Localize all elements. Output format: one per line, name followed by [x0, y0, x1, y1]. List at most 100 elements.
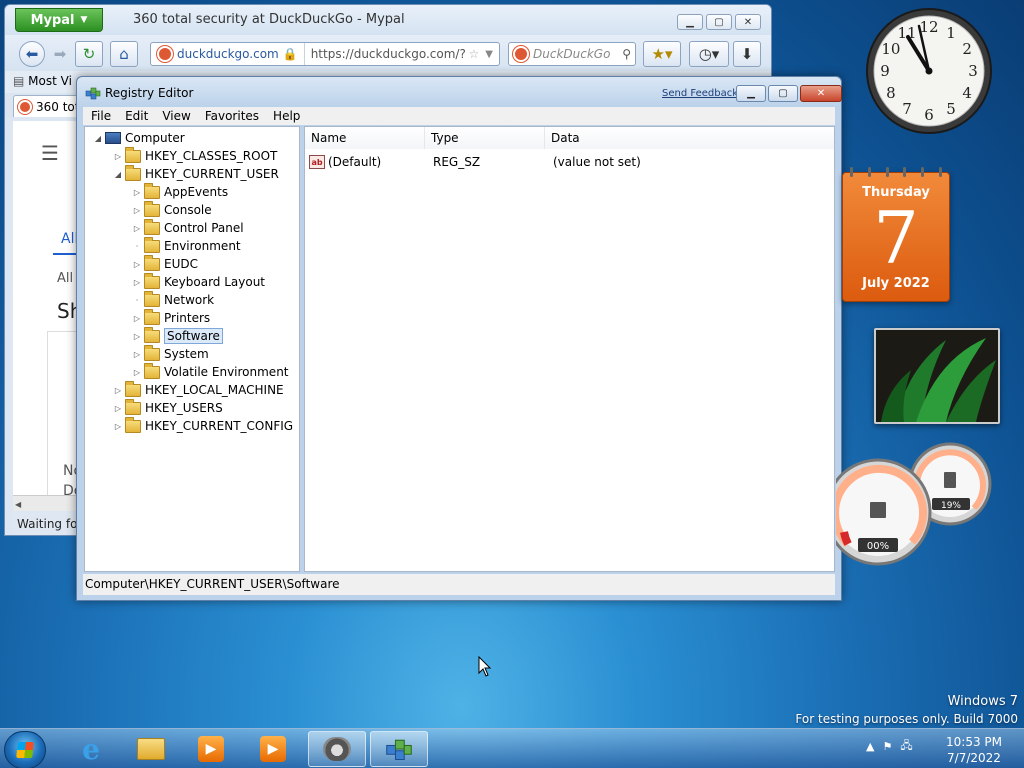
calendar-gadget[interactable]: Thursday 7 July 2022	[842, 167, 950, 302]
regedit-minimize-button[interactable]: ▁	[736, 85, 766, 102]
collapse-arrow-icon[interactable]: ◢	[93, 134, 103, 143]
hamburger-menu-icon[interactable]: ☰	[41, 141, 59, 165]
mouse-cursor-icon	[478, 656, 492, 677]
scroll-left-icon[interactable]: ◀	[13, 500, 21, 509]
taskbar-media-player[interactable]: ▶	[182, 731, 240, 767]
tree-node-volatile-environment[interactable]: ▷ Volatile Environment	[132, 362, 289, 381]
tree-line-icon: ·	[135, 241, 139, 251]
minimize-button[interactable]: ▁	[677, 14, 703, 30]
menu-file[interactable]: File	[91, 109, 111, 123]
cpu-icon	[870, 502, 886, 518]
tree-node-computer[interactable]: ◢ Computer	[93, 129, 185, 147]
browser-titlebar[interactable]: Mypal ▼ 360 total security at DuckDuckGo…	[5, 5, 771, 35]
menu-edit[interactable]: Edit	[125, 109, 148, 123]
bookmark-most-visited[interactable]: Most Vi	[28, 74, 72, 88]
expand-arrow-icon[interactable]: ▷	[113, 386, 123, 395]
tree-node-hkcr[interactable]: ▷ HKEY_CLASSES_ROOT	[113, 146, 277, 165]
start-button[interactable]	[4, 731, 46, 768]
clock-number: 3	[968, 62, 978, 80]
expand-arrow-icon[interactable]: ▷	[113, 422, 123, 431]
expand-arrow-icon[interactable]: ▷	[132, 314, 142, 323]
tree-node-hkcu[interactable]: ◢ HKEY_CURRENT_USER	[113, 164, 279, 183]
site-identity[interactable]: duckduckgo.com 🔒	[151, 43, 305, 65]
cpu-meter-gadget[interactable]: 19% 00%	[836, 440, 996, 570]
maximize-button[interactable]: ▢	[706, 14, 732, 30]
tree-node-hklm[interactable]: ▷ HKEY_LOCAL_MACHINE	[113, 380, 284, 399]
regedit-close-button[interactable]: ✕	[800, 85, 842, 102]
tree-node-software[interactable]: ▷ Software	[132, 326, 223, 345]
calendar-day: 7	[873, 196, 919, 280]
tree-node-hku[interactable]: ▷ HKEY_USERS	[113, 398, 223, 417]
expand-arrow-icon[interactable]: ▷	[113, 152, 123, 161]
search-bar[interactable]: DuckDuckGo ⚲	[508, 42, 636, 66]
tree-node-console[interactable]: ▷ Console	[132, 200, 212, 219]
send-feedback-link[interactable]: Send Feedback	[662, 88, 738, 99]
back-arrow-icon: ⬅	[25, 45, 39, 63]
clock-gadget[interactable]: 12 12 3 45678 9 1011	[864, 6, 994, 136]
tree-node-label: HKEY_CURRENT_USER	[145, 167, 279, 181]
tree-node-system[interactable]: ▷ System	[132, 344, 209, 363]
tree-node-eudc[interactable]: ▷ EUDC	[132, 254, 198, 273]
show-hidden-icons-icon[interactable]: ▲	[866, 740, 874, 753]
tree-node-environment[interactable]: · Environment	[132, 236, 241, 255]
column-header-data[interactable]: Data	[545, 127, 834, 149]
tree-node-label: Network	[164, 293, 215, 307]
regedit-maximize-button[interactable]: ▢	[768, 85, 798, 102]
tree-node-label: AppEvents	[164, 185, 229, 199]
bookmarks-button[interactable]: ★▾	[643, 41, 681, 67]
slideshow-gadget[interactable]	[874, 328, 1000, 424]
windows-watermark-title: Windows 7	[947, 694, 1018, 709]
taskbar-regedit[interactable]	[370, 731, 428, 767]
taskbar-ie[interactable]: e	[62, 731, 120, 767]
forward-button[interactable]: ➡	[47, 41, 73, 67]
registry-tree[interactable]: ◢ Computer ▷ HKEY_CLASSES_ROOT ◢ HKEY_CU…	[84, 126, 300, 572]
column-header-name[interactable]: Name	[305, 127, 425, 149]
url-dropdown-icon[interactable]: ▼	[483, 49, 499, 60]
downloads-button[interactable]: ⬇	[733, 41, 761, 67]
tree-node-label: HKEY_USERS	[145, 401, 223, 415]
expand-arrow-icon[interactable]: ▷	[113, 404, 123, 413]
column-header-type[interactable]: Type	[425, 127, 545, 149]
taskbar-mypal[interactable]	[308, 731, 366, 767]
values-pane[interactable]: Name Type Data ab (Default) REG_SZ (valu…	[304, 126, 835, 572]
bookmark-star-icon[interactable]: ☆	[465, 47, 484, 61]
taskbar-clock[interactable]: 10:53 PM 7/7/2022	[944, 734, 1004, 766]
tree-node-printers[interactable]: ▷ Printers	[132, 308, 210, 327]
expand-arrow-icon[interactable]: ▷	[132, 332, 142, 341]
expand-arrow-icon[interactable]: ▷	[132, 260, 142, 269]
close-button[interactable]: ✕	[735, 14, 761, 30]
menu-help[interactable]: Help	[273, 109, 300, 123]
expand-arrow-icon[interactable]: ▷	[132, 224, 142, 233]
registry-editor-window[interactable]: Registry Editor Send Feedback ▁ ▢ ✕ File…	[76, 76, 842, 601]
expand-arrow-icon[interactable]: ▷	[132, 188, 142, 197]
expand-arrow-icon[interactable]: ▷	[132, 350, 142, 359]
taskbar-media-center[interactable]: ▶	[244, 731, 302, 767]
folder-icon	[144, 308, 160, 325]
tree-node-label-selected: Software	[164, 328, 223, 344]
tree-node-appevents[interactable]: ▷ AppEvents	[132, 182, 229, 201]
regedit-titlebar[interactable]: Registry Editor Send Feedback ▁ ▢ ✕	[77, 77, 842, 107]
menu-favorites[interactable]: Favorites	[205, 109, 259, 123]
menu-view[interactable]: View	[162, 109, 190, 123]
expand-arrow-icon[interactable]: ▷	[132, 278, 142, 287]
folder-icon	[144, 344, 160, 361]
search-icon[interactable]: ⚲	[622, 47, 635, 61]
url-bar[interactable]: duckduckgo.com 🔒 https://duckduckgo.com/…	[150, 42, 500, 66]
action-center-flag-icon[interactable]: ⚑	[882, 740, 892, 753]
collapse-arrow-icon[interactable]: ◢	[113, 170, 123, 179]
expand-arrow-icon[interactable]: ▷	[132, 368, 142, 377]
app-menu-button[interactable]: Mypal ▼	[15, 8, 103, 32]
reload-button[interactable]: ↻	[75, 41, 103, 67]
home-button[interactable]: ⌂	[110, 41, 138, 67]
expand-arrow-icon[interactable]: ▷	[132, 206, 142, 215]
tree-node-control-panel[interactable]: ▷ Control Panel	[132, 218, 244, 237]
taskbar-explorer[interactable]	[122, 731, 180, 767]
tree-node-network[interactable]: · Network	[132, 290, 215, 309]
tree-node-hkcc[interactable]: ▷ HKEY_CURRENT_CONFIG	[113, 416, 293, 435]
value-row[interactable]: ab (Default) REG_SZ (value not set)	[309, 153, 829, 171]
back-button[interactable]: ⬅	[19, 41, 45, 67]
url-text[interactable]: https://duckduckgo.com/?t=p	[305, 47, 465, 61]
tree-node-keyboard-layout[interactable]: ▷ Keyboard Layout	[132, 272, 265, 291]
network-icon[interactable]: 🖧	[900, 737, 912, 756]
history-button[interactable]: ◷▾	[689, 41, 729, 67]
